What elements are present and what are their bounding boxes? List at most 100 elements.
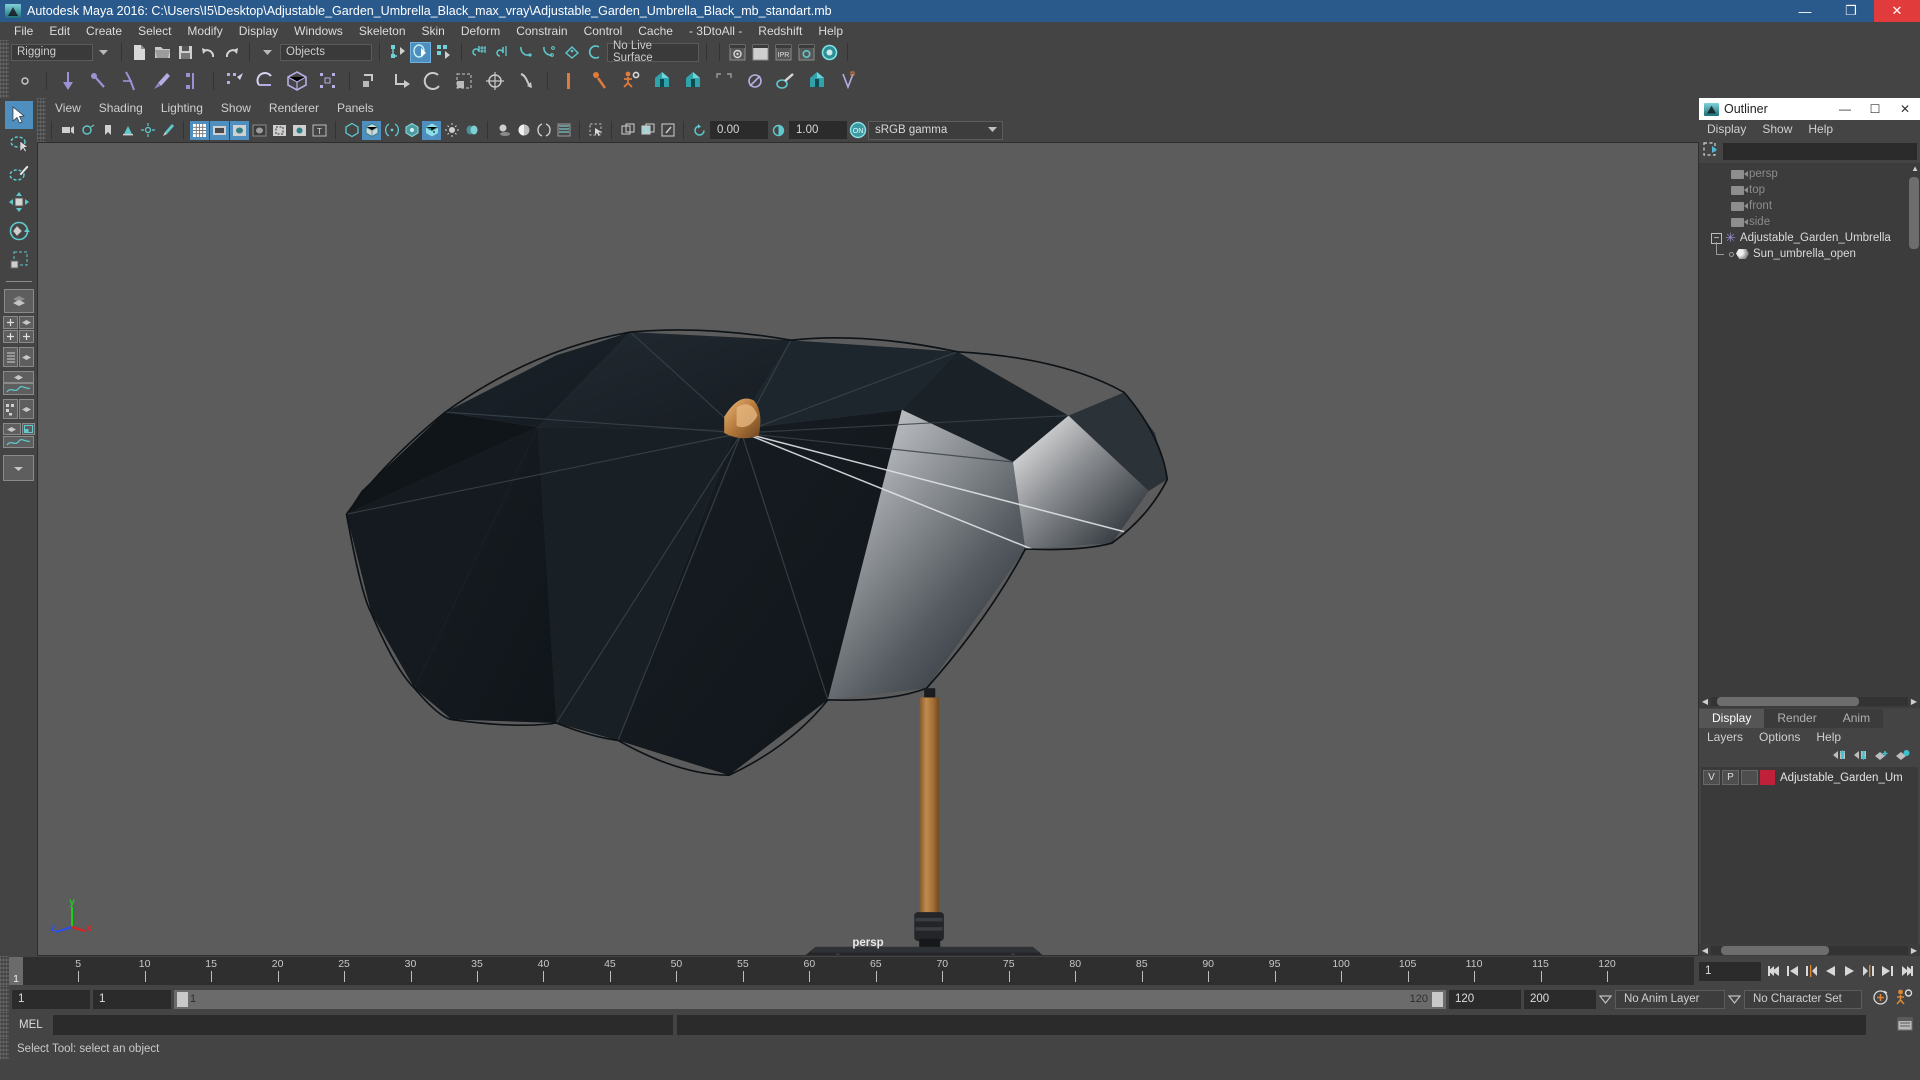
redo-icon[interactable] xyxy=(221,42,242,63)
command-output-field[interactable] xyxy=(676,1015,1866,1035)
ik-spline-icon[interactable] xyxy=(115,66,145,96)
menu-3dtoall[interactable]: - 3DtoAll - xyxy=(681,22,750,40)
menu-redshift[interactable]: Redshift xyxy=(750,22,810,40)
menu-constrain[interactable]: Constrain xyxy=(508,22,575,40)
layout-hypershade-pane-icon[interactable] xyxy=(3,399,18,419)
aim-constraint-icon[interactable] xyxy=(480,66,510,96)
redshift-volume-icon[interactable] xyxy=(833,66,863,96)
redshift-ipr-icon[interactable] xyxy=(678,66,708,96)
wrap-deformer-icon[interactable] xyxy=(282,66,312,96)
outliner-tree[interactable]: ▲ persp top front side − ✳ Adjustable_Ga… xyxy=(1699,163,1920,695)
playback-start-field[interactable]: 1 xyxy=(93,989,171,1009)
render-sequence-icon[interactable] xyxy=(750,42,771,63)
scale-constraint-icon[interactable] xyxy=(449,66,479,96)
anti-alias-icon[interactable] xyxy=(534,121,553,140)
viewport-menu-panels[interactable]: Panels xyxy=(328,98,383,118)
layer-hscroll-track[interactable] xyxy=(1711,945,1908,955)
live-surface-field[interactable]: No Live Surface xyxy=(607,40,699,64)
menu-set-selector[interactable]: Rigging xyxy=(11,42,114,63)
viewport-menu-grip[interactable] xyxy=(37,98,46,118)
close-button[interactable]: ✕ xyxy=(1874,0,1920,22)
scroll-right-icon[interactable]: ▶ xyxy=(1908,697,1920,706)
range-right-grip[interactable] xyxy=(1432,991,1443,1007)
render-settings-icon[interactable] xyxy=(796,42,817,63)
step-back-frame-button[interactable] xyxy=(1804,964,1819,979)
scroll-right-icon[interactable]: ▶ xyxy=(1908,946,1920,955)
grease-pencil-icon[interactable] xyxy=(158,121,177,140)
grid-toggle-icon[interactable] xyxy=(190,120,209,140)
tab-display[interactable]: Display xyxy=(1699,709,1765,728)
menu-set-dropdown-icon[interactable] xyxy=(93,42,114,63)
rotate-tool-icon[interactable] xyxy=(5,217,33,245)
outliner-menu-help[interactable]: Help xyxy=(1800,120,1841,139)
color-management-selector[interactable]: sRGB gamma xyxy=(868,120,1003,140)
layout-persp-wide-icon[interactable] xyxy=(2,423,21,435)
outliner-menu-show[interactable]: Show xyxy=(1754,120,1800,139)
xray-active-components-icon[interactable] xyxy=(638,121,657,140)
paint-weights-icon[interactable] xyxy=(146,66,176,96)
character-controls-icon[interactable] xyxy=(616,66,646,96)
viewport-menu-renderer[interactable]: Renderer xyxy=(260,98,328,118)
layer-hscroll-thumb[interactable] xyxy=(1720,945,1830,955)
outliner-menu-display[interactable]: Display xyxy=(1699,120,1754,139)
go-to-start-button[interactable] xyxy=(1766,964,1781,979)
layer-state-toggle[interactable] xyxy=(1741,770,1758,785)
texture-display-icon[interactable] xyxy=(422,120,441,140)
ik-handle-icon[interactable] xyxy=(84,66,114,96)
redshift-proxy-icon[interactable] xyxy=(802,66,832,96)
layout-split-pane-icon[interactable] xyxy=(21,423,35,435)
save-scene-icon[interactable] xyxy=(175,42,196,63)
tab-anim[interactable]: Anim xyxy=(1829,709,1884,728)
range-left-grip[interactable] xyxy=(177,991,188,1007)
color-management-toggle-icon[interactable]: ON xyxy=(848,121,867,140)
menu-skeleton[interactable]: Skeleton xyxy=(351,22,414,40)
layer-menu-layers[interactable]: Layers xyxy=(1699,728,1751,747)
step-back-key-button[interactable] xyxy=(1785,964,1800,979)
new-layer-from-selected-icon[interactable] xyxy=(1895,749,1910,764)
redshift-lights-icon[interactable] xyxy=(740,66,770,96)
use-all-lights-icon[interactable] xyxy=(462,121,481,140)
select-camera-icon[interactable] xyxy=(58,121,77,140)
shelf-grip[interactable] xyxy=(0,64,9,98)
bind-skin-icon[interactable] xyxy=(177,66,207,96)
step-forward-key-button[interactable] xyxy=(1880,964,1895,979)
auto-keyframe-toggle-icon[interactable] xyxy=(1871,988,1890,1010)
outliner-maximize-button[interactable]: ☐ xyxy=(1860,98,1890,120)
cluster-deformer-icon[interactable] xyxy=(220,66,250,96)
snap-to-grid-icon[interactable] xyxy=(469,42,490,63)
viewport-toolbar-grip[interactable] xyxy=(37,118,46,142)
xray-joints-icon[interactable] xyxy=(402,121,421,140)
create-joint-icon[interactable] xyxy=(53,66,83,96)
menu-display[interactable]: Display xyxy=(231,22,286,40)
animation-start-field[interactable]: 1 xyxy=(12,989,90,1009)
scroll-up-icon[interactable]: ▲ xyxy=(1911,164,1919,173)
gamma-field[interactable]: 1.00 xyxy=(789,121,847,139)
resolution-gate-icon[interactable] xyxy=(230,120,249,140)
layout-persp-top-icon[interactable] xyxy=(3,371,34,383)
menu-file[interactable]: File xyxy=(6,22,41,40)
film-gate-icon[interactable] xyxy=(210,120,229,140)
new-layer-icon[interactable] xyxy=(1874,749,1889,764)
outliner-vertical-scrollbar[interactable]: ▲ xyxy=(1908,163,1920,695)
layout-persp-pane-2-icon[interactable] xyxy=(19,347,34,367)
redshift-render-icon[interactable] xyxy=(647,66,677,96)
outliner-item-adjustable-garden-umbrella[interactable]: − ✳ Adjustable_Garden_Umbrella xyxy=(1699,230,1920,246)
viewport-settings-icon[interactable] xyxy=(658,121,677,140)
menu-skin[interactable]: Skin xyxy=(414,22,453,40)
outliner-scroll-thumb[interactable] xyxy=(1909,177,1919,249)
help-line-grip[interactable] xyxy=(0,1038,9,1059)
statusline-grip[interactable] xyxy=(0,40,9,64)
menu-edit[interactable]: Edit xyxy=(41,22,78,40)
ambient-occlusion-icon[interactable] xyxy=(514,121,533,140)
menu-cache[interactable]: Cache xyxy=(630,22,681,40)
go-to-end-button[interactable] xyxy=(1899,964,1914,979)
menu-select[interactable]: Select xyxy=(130,22,179,40)
human-ik-icon[interactable] xyxy=(585,66,615,96)
parent-constraint-icon[interactable] xyxy=(356,66,386,96)
image-plane-icon[interactable] xyxy=(118,121,137,140)
motion-blur-icon[interactable] xyxy=(554,121,573,140)
ipr-render-icon[interactable]: IPR xyxy=(773,42,794,63)
hypershade-icon[interactable] xyxy=(819,42,840,63)
range-bar[interactable]: 1 120 xyxy=(174,989,1446,1009)
select-by-component-type-icon[interactable] xyxy=(433,42,454,63)
